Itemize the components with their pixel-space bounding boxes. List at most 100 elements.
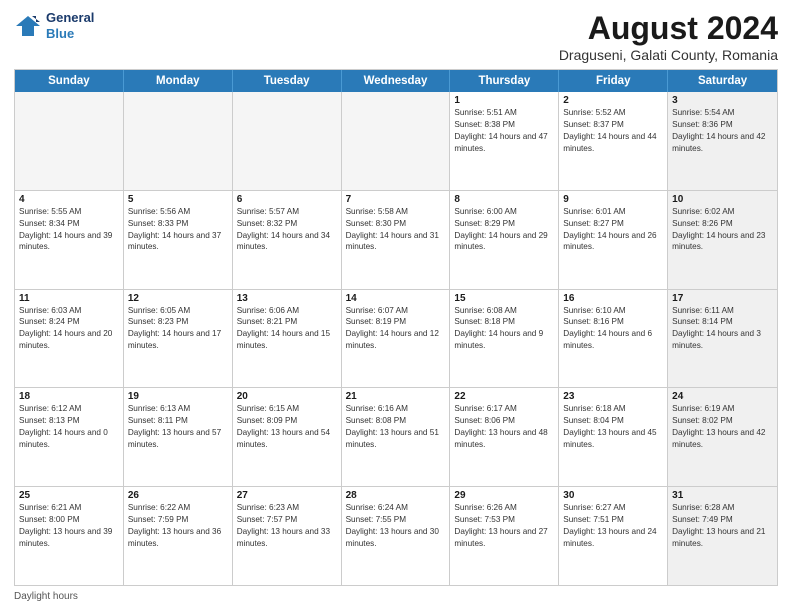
day-cell-14: 14Sunrise: 6:07 AM Sunset: 8:19 PM Dayli… bbox=[342, 290, 451, 388]
day-info: Sunrise: 6:11 AM Sunset: 8:14 PM Dayligh… bbox=[672, 305, 773, 353]
footer-text: Daylight hours bbox=[14, 591, 78, 602]
subtitle: Draguseni, Galati County, Romania bbox=[559, 47, 778, 63]
day-info: Sunrise: 6:17 AM Sunset: 8:06 PM Dayligh… bbox=[454, 403, 554, 451]
day-number: 31 bbox=[672, 490, 773, 501]
day-info: Sunrise: 6:27 AM Sunset: 7:51 PM Dayligh… bbox=[563, 502, 663, 550]
day-info: Sunrise: 6:28 AM Sunset: 7:49 PM Dayligh… bbox=[672, 502, 773, 550]
day-info: Sunrise: 6:15 AM Sunset: 8:09 PM Dayligh… bbox=[237, 403, 337, 451]
day-info: Sunrise: 5:54 AM Sunset: 8:36 PM Dayligh… bbox=[672, 107, 773, 155]
weekday-header-saturday: Saturday bbox=[668, 70, 777, 92]
day-info: Sunrise: 6:19 AM Sunset: 8:02 PM Dayligh… bbox=[672, 403, 773, 451]
day-info: Sunrise: 6:08 AM Sunset: 8:18 PM Dayligh… bbox=[454, 305, 554, 353]
day-info: Sunrise: 5:55 AM Sunset: 8:34 PM Dayligh… bbox=[19, 206, 119, 254]
day-number: 16 bbox=[563, 293, 663, 304]
day-cell-22: 22Sunrise: 6:17 AM Sunset: 8:06 PM Dayli… bbox=[450, 388, 559, 486]
day-info: Sunrise: 5:56 AM Sunset: 8:33 PM Dayligh… bbox=[128, 206, 228, 254]
day-number: 7 bbox=[346, 194, 446, 205]
day-number: 11 bbox=[19, 293, 119, 304]
day-number: 17 bbox=[672, 293, 773, 304]
day-cell-9: 9Sunrise: 6:01 AM Sunset: 8:27 PM Daylig… bbox=[559, 191, 668, 289]
day-cell-3: 3Sunrise: 5:54 AM Sunset: 8:36 PM Daylig… bbox=[668, 92, 777, 190]
day-cell-28: 28Sunrise: 6:24 AM Sunset: 7:55 PM Dayli… bbox=[342, 487, 451, 585]
day-cell-6: 6Sunrise: 5:57 AM Sunset: 8:32 PM Daylig… bbox=[233, 191, 342, 289]
day-cell-21: 21Sunrise: 6:16 AM Sunset: 8:08 PM Dayli… bbox=[342, 388, 451, 486]
day-cell-23: 23Sunrise: 6:18 AM Sunset: 8:04 PM Dayli… bbox=[559, 388, 668, 486]
day-info: Sunrise: 6:13 AM Sunset: 8:11 PM Dayligh… bbox=[128, 403, 228, 451]
day-number: 8 bbox=[454, 194, 554, 205]
day-cell-19: 19Sunrise: 6:13 AM Sunset: 8:11 PM Dayli… bbox=[124, 388, 233, 486]
calendar-row-4: 25Sunrise: 6:21 AM Sunset: 8:00 PM Dayli… bbox=[15, 487, 777, 585]
day-cell-8: 8Sunrise: 6:00 AM Sunset: 8:29 PM Daylig… bbox=[450, 191, 559, 289]
day-number: 30 bbox=[563, 490, 663, 501]
day-cell-10: 10Sunrise: 6:02 AM Sunset: 8:26 PM Dayli… bbox=[668, 191, 777, 289]
day-number: 21 bbox=[346, 391, 446, 402]
day-info: Sunrise: 6:26 AM Sunset: 7:53 PM Dayligh… bbox=[454, 502, 554, 550]
weekday-header-monday: Monday bbox=[124, 70, 233, 92]
weekday-header-friday: Friday bbox=[559, 70, 668, 92]
main-title: August 2024 bbox=[559, 10, 778, 47]
day-info: Sunrise: 5:51 AM Sunset: 8:38 PM Dayligh… bbox=[454, 107, 554, 155]
day-number: 28 bbox=[346, 490, 446, 501]
calendar-row-0: 1Sunrise: 5:51 AM Sunset: 8:38 PM Daylig… bbox=[15, 92, 777, 191]
day-number: 27 bbox=[237, 490, 337, 501]
day-number: 15 bbox=[454, 293, 554, 304]
day-number: 1 bbox=[454, 95, 554, 106]
weekday-header-sunday: Sunday bbox=[15, 70, 124, 92]
day-number: 24 bbox=[672, 391, 773, 402]
day-cell-7: 7Sunrise: 5:58 AM Sunset: 8:30 PM Daylig… bbox=[342, 191, 451, 289]
day-info: Sunrise: 5:52 AM Sunset: 8:37 PM Dayligh… bbox=[563, 107, 663, 155]
day-number: 2 bbox=[563, 95, 663, 106]
day-number: 18 bbox=[19, 391, 119, 402]
day-number: 6 bbox=[237, 194, 337, 205]
day-info: Sunrise: 5:58 AM Sunset: 8:30 PM Dayligh… bbox=[346, 206, 446, 254]
logo: General Blue bbox=[14, 10, 94, 41]
day-number: 23 bbox=[563, 391, 663, 402]
weekday-header-tuesday: Tuesday bbox=[233, 70, 342, 92]
day-info: Sunrise: 6:06 AM Sunset: 8:21 PM Dayligh… bbox=[237, 305, 337, 353]
title-block: August 2024 Draguseni, Galati County, Ro… bbox=[559, 10, 778, 63]
day-number: 20 bbox=[237, 391, 337, 402]
day-cell-20: 20Sunrise: 6:15 AM Sunset: 8:09 PM Dayli… bbox=[233, 388, 342, 486]
day-info: Sunrise: 6:05 AM Sunset: 8:23 PM Dayligh… bbox=[128, 305, 228, 353]
weekday-header-thursday: Thursday bbox=[450, 70, 559, 92]
day-number: 4 bbox=[19, 194, 119, 205]
empty-cell bbox=[233, 92, 342, 190]
day-number: 14 bbox=[346, 293, 446, 304]
day-info: Sunrise: 6:00 AM Sunset: 8:29 PM Dayligh… bbox=[454, 206, 554, 254]
day-cell-29: 29Sunrise: 6:26 AM Sunset: 7:53 PM Dayli… bbox=[450, 487, 559, 585]
day-cell-26: 26Sunrise: 6:22 AM Sunset: 7:59 PM Dayli… bbox=[124, 487, 233, 585]
day-number: 12 bbox=[128, 293, 228, 304]
day-info: Sunrise: 6:07 AM Sunset: 8:19 PM Dayligh… bbox=[346, 305, 446, 353]
day-cell-16: 16Sunrise: 6:10 AM Sunset: 8:16 PM Dayli… bbox=[559, 290, 668, 388]
day-info: Sunrise: 6:22 AM Sunset: 7:59 PM Dayligh… bbox=[128, 502, 228, 550]
day-number: 19 bbox=[128, 391, 228, 402]
calendar-row-3: 18Sunrise: 6:12 AM Sunset: 8:13 PM Dayli… bbox=[15, 388, 777, 487]
day-cell-5: 5Sunrise: 5:56 AM Sunset: 8:33 PM Daylig… bbox=[124, 191, 233, 289]
day-number: 9 bbox=[563, 194, 663, 205]
day-cell-15: 15Sunrise: 6:08 AM Sunset: 8:18 PM Dayli… bbox=[450, 290, 559, 388]
day-cell-4: 4Sunrise: 5:55 AM Sunset: 8:34 PM Daylig… bbox=[15, 191, 124, 289]
day-info: Sunrise: 6:01 AM Sunset: 8:27 PM Dayligh… bbox=[563, 206, 663, 254]
calendar-row-1: 4Sunrise: 5:55 AM Sunset: 8:34 PM Daylig… bbox=[15, 191, 777, 290]
logo-text: General Blue bbox=[46, 10, 94, 41]
day-cell-17: 17Sunrise: 6:11 AM Sunset: 8:14 PM Dayli… bbox=[668, 290, 777, 388]
day-cell-13: 13Sunrise: 6:06 AM Sunset: 8:21 PM Dayli… bbox=[233, 290, 342, 388]
calendar-body: 1Sunrise: 5:51 AM Sunset: 8:38 PM Daylig… bbox=[15, 92, 777, 585]
day-cell-1: 1Sunrise: 5:51 AM Sunset: 8:38 PM Daylig… bbox=[450, 92, 559, 190]
day-info: Sunrise: 6:23 AM Sunset: 7:57 PM Dayligh… bbox=[237, 502, 337, 550]
page: General Blue August 2024 Draguseni, Gala… bbox=[0, 0, 792, 612]
day-cell-30: 30Sunrise: 6:27 AM Sunset: 7:51 PM Dayli… bbox=[559, 487, 668, 585]
day-cell-12: 12Sunrise: 6:05 AM Sunset: 8:23 PM Dayli… bbox=[124, 290, 233, 388]
day-info: Sunrise: 6:21 AM Sunset: 8:00 PM Dayligh… bbox=[19, 502, 119, 550]
day-number: 29 bbox=[454, 490, 554, 501]
day-info: Sunrise: 6:24 AM Sunset: 7:55 PM Dayligh… bbox=[346, 502, 446, 550]
day-number: 3 bbox=[672, 95, 773, 106]
day-info: Sunrise: 6:03 AM Sunset: 8:24 PM Dayligh… bbox=[19, 305, 119, 353]
day-number: 13 bbox=[237, 293, 337, 304]
day-cell-2: 2Sunrise: 5:52 AM Sunset: 8:37 PM Daylig… bbox=[559, 92, 668, 190]
day-info: Sunrise: 6:18 AM Sunset: 8:04 PM Dayligh… bbox=[563, 403, 663, 451]
day-cell-11: 11Sunrise: 6:03 AM Sunset: 8:24 PM Dayli… bbox=[15, 290, 124, 388]
header: General Blue August 2024 Draguseni, Gala… bbox=[14, 10, 778, 63]
calendar-header: SundayMondayTuesdayWednesdayThursdayFrid… bbox=[15, 70, 777, 92]
empty-cell bbox=[124, 92, 233, 190]
